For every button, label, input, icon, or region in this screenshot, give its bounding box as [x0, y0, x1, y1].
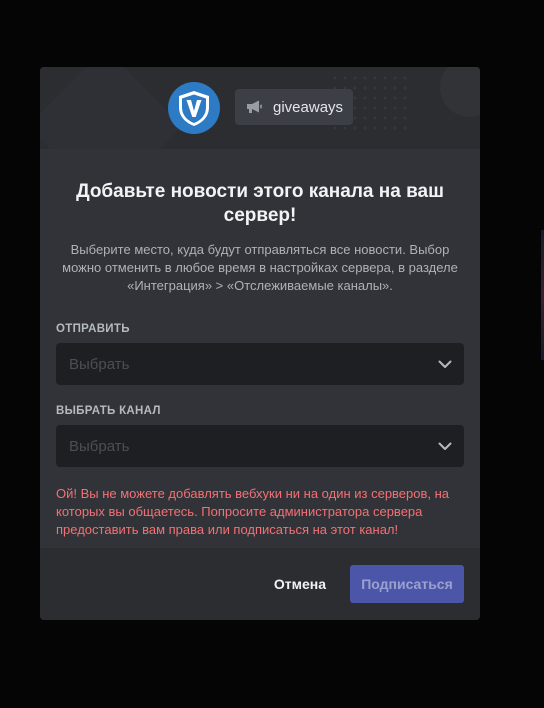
cancel-button[interactable]: Отмена — [254, 565, 346, 603]
dialog-title: Добавьте новости этого канала на ваш сер… — [76, 181, 444, 226]
channel-pill: giveaways — [235, 89, 354, 125]
subscribe-button[interactable]: Подписаться — [350, 565, 464, 603]
follow-channel-modal: giveaways Добавьте новости этого канала … — [40, 67, 480, 620]
chevron-down-icon — [438, 442, 452, 450]
channel-select-placeholder: Выбрать — [69, 437, 130, 455]
error-message: Ой! Вы не можете добавлять вебхуки ни на… — [56, 486, 450, 537]
chevron-down-icon — [438, 360, 452, 368]
send-field-label: ОТПРАВИТЬ — [56, 323, 130, 335]
header-curve-decoration — [440, 67, 480, 117]
modal-body: Добавьте новости этого канала на ваш сер… — [40, 180, 480, 539]
dialog-description: Выберите место, куда будут отправляться … — [62, 242, 458, 293]
modal-header: giveaways — [40, 67, 480, 149]
send-server-placeholder: Выбрать — [69, 355, 130, 373]
megaphone-icon — [245, 97, 265, 117]
server-avatar — [168, 82, 220, 134]
channel-select[interactable]: Выбрать — [56, 425, 464, 467]
channel-field-label: ВЫБРАТЬ КАНАЛ — [56, 405, 161, 417]
channel-name: giveaways — [273, 98, 344, 116]
send-server-select[interactable]: Выбрать — [56, 343, 464, 385]
header-decoration — [40, 67, 183, 149]
modal-footer: Отмена Подписаться — [40, 548, 480, 620]
shield-v-logo-icon — [179, 91, 209, 126]
